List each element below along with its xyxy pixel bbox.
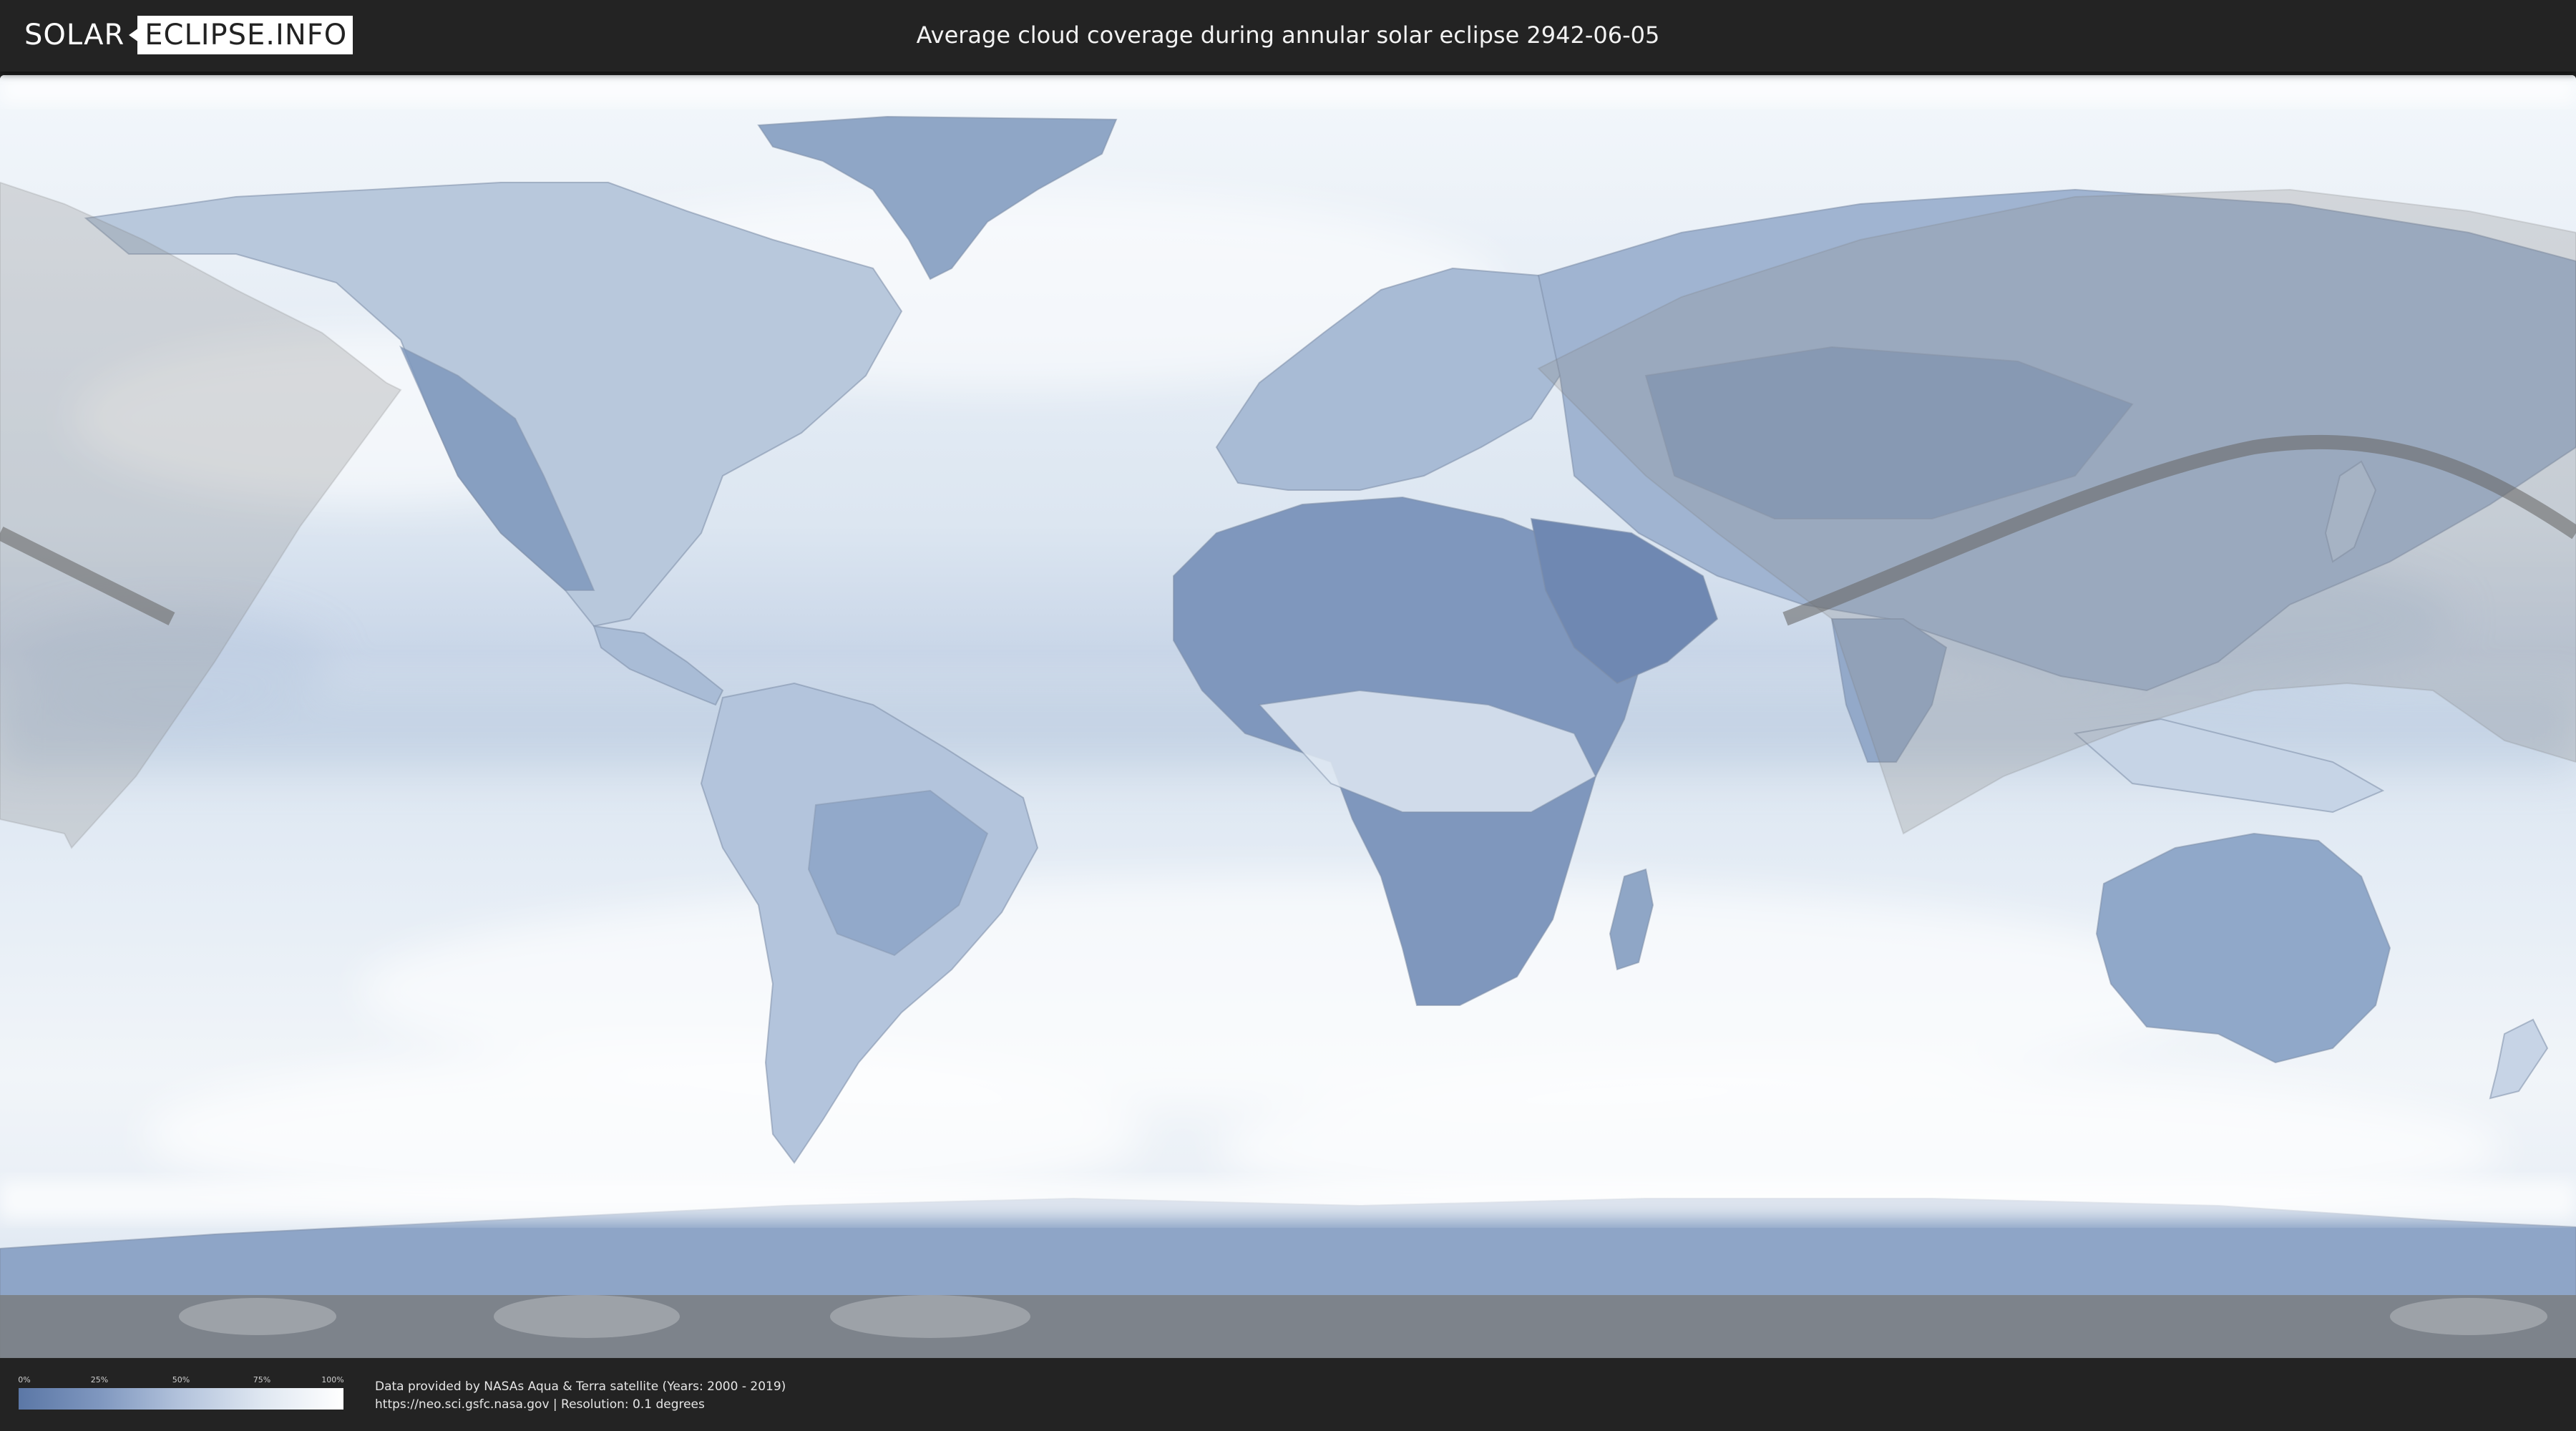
polar-night-strip xyxy=(0,1295,2576,1358)
legend-tick: 25% xyxy=(90,1375,109,1384)
legend-tick: 50% xyxy=(172,1375,190,1384)
cloud-coverage-map[interactable] xyxy=(0,75,2576,1358)
data-credit-text: Data provided by NASAs Aqua & Terra sate… xyxy=(375,1379,786,1394)
data-source-link[interactable]: https://neo.sci.gsfc.nasa.gov | Resoluti… xyxy=(375,1397,705,1412)
legend-tick: 75% xyxy=(253,1375,271,1384)
map-canvas xyxy=(0,75,2576,1358)
header-bar: SOLAR ECLIPSE.INFO Average cloud coverag… xyxy=(0,0,2576,72)
footer-bar: 0% 25% 50% 75% 100% Data provided by NAS… xyxy=(0,1358,2576,1431)
cloud-coverage-legend: 0% 25% 50% 75% 100% xyxy=(18,1375,344,1411)
page-title: Average cloud coverage during annular so… xyxy=(916,21,1660,49)
legend-tick: 0% xyxy=(18,1375,31,1384)
antarctic-cloud-fringe xyxy=(0,1181,2576,1220)
legend-color-bar xyxy=(19,1388,343,1410)
arctic-cloud-cap xyxy=(0,75,2576,104)
legend-tick: 100% xyxy=(321,1375,344,1384)
page: SOLAR ECLIPSE.INFO Average cloud coverag… xyxy=(0,0,2576,1431)
